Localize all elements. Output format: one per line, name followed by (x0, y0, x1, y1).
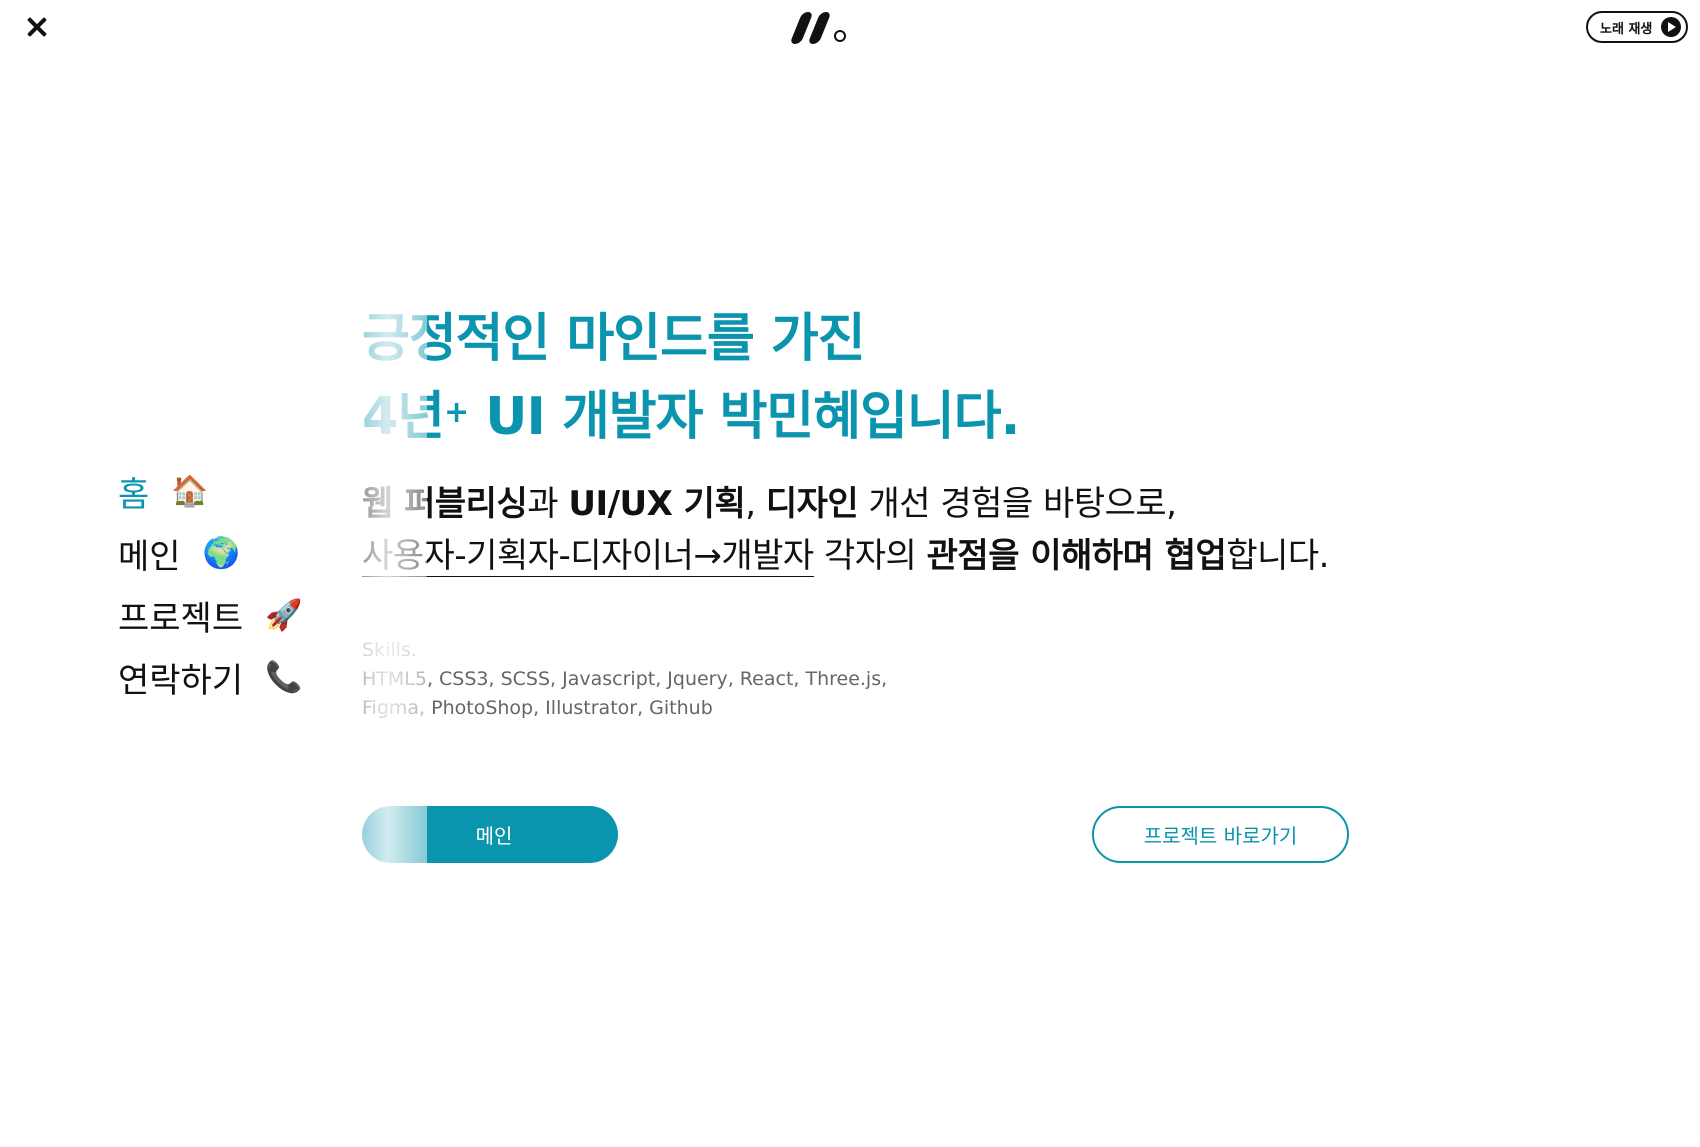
globe-icon: 🌍 (202, 535, 240, 571)
hero-headline: 긍정적인 마인드를 가진 4년+ UI 개발자 박민혜입니다. (362, 300, 1362, 456)
nav-item-main[interactable]: 메인 🌍 (118, 522, 299, 584)
collab-link[interactable]: 사용자-기획자-디자이너→개발자 (362, 536, 814, 577)
nav-item-label: 프로젝트 (118, 598, 244, 639)
side-nav: 홈 🏠 메인 🌍 프로젝트 🚀 연락하기 📞 (118, 460, 303, 708)
intro-text-span: 개선 경험을 바탕으로, (858, 484, 1177, 524)
logo-ring (834, 30, 846, 42)
intro-bold: 관점을 이해하며 협업 (926, 536, 1227, 576)
intro-bold: 디자인 (765, 484, 859, 524)
nav-item-contact[interactable]: 연락하기 📞 (118, 646, 303, 708)
intro-text: 웹 퍼블리싱과 UI/UX 기획, 디자인 개선 경험을 바탕으로, 사용자-기… (362, 478, 1362, 582)
intro-text-span: 과 (527, 484, 569, 524)
logo-icon[interactable] (789, 8, 850, 48)
intro-bold: 웹 퍼블리싱 (362, 484, 528, 524)
intro-line-1: 웹 퍼블리싱과 UI/UX 기획, 디자인 개선 경험을 바탕으로, (362, 478, 1362, 530)
house-icon: 🏠 (171, 473, 209, 509)
nav-item-label: 홈 (118, 474, 150, 515)
nav-item-home[interactable]: 홈 🏠 (118, 460, 299, 522)
skills-line-1: HTML5, CSS3, SCSS, Javascript, Jquery, R… (362, 668, 888, 690)
nav-item-label: 연락하기 (118, 660, 244, 701)
headline-sup: + (444, 395, 469, 430)
nav-item-project[interactable]: 프로젝트 🚀 (118, 584, 303, 646)
rocket-icon: 🚀 (265, 597, 303, 633)
intro-line-2: 사용자-기획자-디자이너→개발자 각자의 관점을 이해하며 협업합니다. (362, 530, 1362, 582)
intro-text-span: , (745, 484, 766, 524)
intro-bold: UI/UX 기획 (568, 484, 746, 524)
music-label: 노래 재생 (1600, 21, 1653, 37)
play-circle-icon (1661, 17, 1681, 37)
headline-years: 4년 (362, 387, 445, 447)
phone-icon: 📞 (265, 659, 303, 695)
close-icon[interactable] (24, 14, 50, 40)
hero-section: 긍정적인 마인드를 가진 4년+ UI 개발자 박민혜입니다. 웹 퍼블리싱과 … (362, 300, 1362, 723)
headline-line-2: 4년+ UI 개발자 박민혜입니다. (362, 378, 1362, 456)
music-play-button[interactable]: 노래 재생 (1586, 11, 1688, 43)
project-link-button[interactable]: 프로젝트 바로가기 (1092, 806, 1349, 863)
main-button[interactable]: 메인 (362, 806, 618, 863)
headline-line-1: 긍정적인 마인드를 가진 (362, 309, 866, 369)
nav-item-label: 메인 (118, 536, 181, 577)
intro-text-span: 합니다. (1226, 536, 1329, 576)
skills-title: Skills. (362, 639, 417, 661)
headline-rest: UI 개발자 박민혜입니다. (468, 387, 1020, 447)
skills-block: Skills. HTML5, CSS3, SCSS, Javascript, J… (362, 636, 1362, 723)
skills-line-2: Figma, PhotoShop, Illustrator, Github (362, 697, 713, 719)
intro-text-span: 각자의 (813, 536, 927, 576)
